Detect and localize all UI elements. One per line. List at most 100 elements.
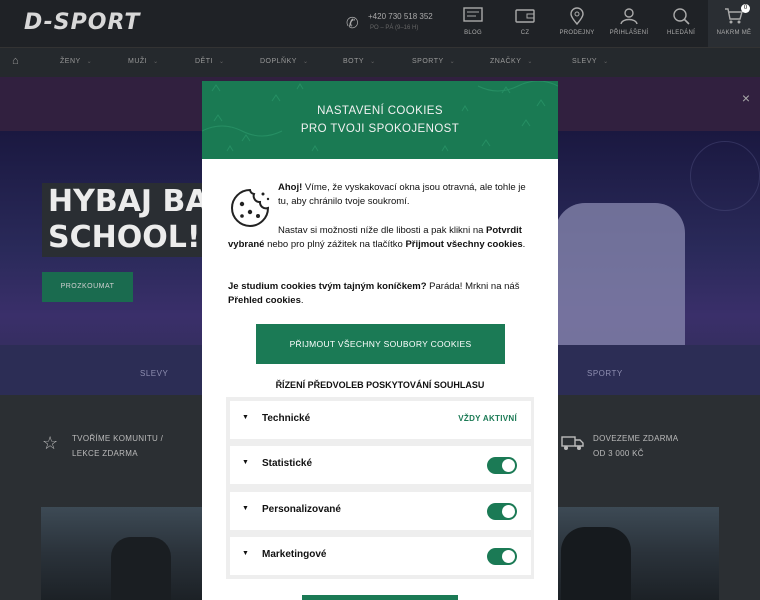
chevron-down-icon: ⌄ (370, 59, 376, 65)
truck-icon (561, 435, 585, 456)
hero-title-line2: SCHOOL! (42, 219, 207, 257)
feature-community-line2: LEKCE ZDARMA (72, 449, 138, 458)
cart-count-badge: 0 (741, 4, 750, 13)
statistics-toggle[interactable] (487, 457, 517, 474)
wallet-icon (515, 7, 535, 25)
cookie-instr-accept: Přijmout všechny cookies (405, 239, 523, 250)
pref-label: Marketingové (262, 549, 327, 560)
chevron-down-icon: ⌄ (302, 59, 309, 65)
site-header: D-SPORT ✆ +420 730 518 352 PO – PÁ (9–16… (0, 0, 760, 47)
cookie-modal-title: NASTAVENÍ COOKIES PRO TVOJI SPOKOJENOST (202, 102, 558, 138)
cookie-modal-header: NASTAVENÍ COOKIES PRO TVOJI SPOKOJENOST (202, 81, 558, 159)
nav-item-doplnky[interactable]: DOPLŇKY ⌄ (260, 58, 309, 65)
consent-preferences-list: ▼ Technické VŽDY AKTIVNÍ ▼ Statistické ▼… (226, 397, 534, 579)
nav-label: DOPLŇKY (260, 58, 297, 65)
hero-link-sporty[interactable]: SPORTY (587, 369, 623, 378)
pref-row-marketing[interactable]: ▼ Marketingové (230, 537, 531, 575)
location-pin-icon (567, 7, 587, 26)
user-icon (619, 7, 639, 25)
close-icon[interactable]: × (742, 90, 750, 106)
pref-label: Statistické (262, 458, 313, 469)
chevron-down-icon: ⌄ (153, 59, 159, 65)
nav-label: ŽENY (60, 58, 81, 65)
hero-link-slevy[interactable]: SLEVY (140, 369, 168, 378)
header-login-label: PŘIHLÁŠENÍ (609, 30, 649, 36)
marketing-toggle[interactable] (487, 548, 517, 565)
feature-community-line1: TVOŘÍME KOMUNITU / (72, 434, 164, 443)
nav-label: SPORTY (412, 58, 444, 65)
chevron-down-icon: ⌄ (218, 59, 225, 65)
header-login-link[interactable]: PŘIHLÁŠENÍ (605, 0, 653, 47)
hero-explore-button[interactable]: PROZKOUMAT (42, 272, 133, 302)
nav-item-slevy[interactable]: SLEVY ⌄ (572, 58, 609, 65)
nav-label: DĚTI (195, 58, 213, 65)
nav-item-boty[interactable]: BOTY ⌄ (343, 58, 376, 65)
cookie-modal-title-line1: NASTAVENÍ COOKIES (317, 105, 443, 117)
accept-all-cookies-button[interactable]: PŘIJMOUT VŠECHNY SOUBORY COOKIES (256, 324, 505, 364)
chevron-down-icon: ▼ (242, 550, 249, 557)
chevron-down-icon: ⌄ (449, 59, 456, 65)
consent-preferences-title: ŘÍZENÍ PŘEDVOLEB POSKYTOVÁNÍ SOUHLASU (275, 380, 485, 390)
chevron-down-icon: ⌄ (86, 59, 93, 65)
toggle-knob (502, 505, 515, 518)
pref-label: Personalizované (262, 504, 341, 515)
main-nav: ⌂ ŽENY ⌄ MUŽI ⌄ DĚTI ⌄ DOPLŇKY ⌄ BOTY ⌄ SPORT… (0, 47, 760, 77)
phone-icon: ✆ (346, 15, 359, 32)
header-cart-label: NAKRM MĚ (716, 30, 752, 36)
header-currency-link[interactable]: CZ (501, 0, 549, 47)
pref-label: Technické (262, 413, 311, 424)
header-blog-label: BLOG (464, 30, 482, 36)
nav-item-deti[interactable]: DĚTI ⌄ (195, 58, 224, 65)
nav-item-znacky[interactable]: ZNAČKY ⌄ (490, 58, 533, 65)
chevron-down-icon: ▼ (242, 459, 249, 466)
search-icon (671, 7, 691, 25)
nav-item-sporty[interactable]: SPORTY ⌄ (412, 58, 455, 65)
pref-row-statistics[interactable]: ▼ Statistické (230, 446, 531, 484)
cookie-study-d: . (300, 295, 304, 306)
cookie-intro-text: Ahoj! Víme, že vyskakovací okna jsou otr… (278, 181, 534, 209)
nav-item-zeny[interactable]: ŽENY ⌄ (60, 58, 92, 65)
nav-label: ZNAČKY (490, 58, 522, 65)
cookie-study-b: Paráda! Mrkni na náš (426, 281, 520, 292)
cookie-modal-title-line2: PRO TVOJI SPOKOJENOST (300, 123, 460, 135)
cookie-modal: NASTAVENÍ COOKIES PRO TVOJI SPOKOJENOST … (202, 81, 558, 600)
header-blog-link[interactable]: BLOG (449, 0, 497, 47)
chevron-down-icon: ▼ (242, 505, 249, 512)
nav-item-muzi[interactable]: MUŽI ⌄ (128, 58, 159, 65)
cookie-intro-bold: Ahoj! (278, 182, 303, 193)
header-stores-link[interactable]: PRODEJNY (553, 0, 601, 47)
toggle-knob (502, 550, 515, 563)
home-icon[interactable]: ⌂ (12, 55, 19, 67)
blog-icon (463, 7, 483, 25)
feature-community: TVOŘÍME KOMUNITU / LEKCE ZDARMA (72, 431, 163, 461)
nav-label: MUŽI (128, 58, 148, 65)
cookie-overview-link[interactable]: Přehled cookies (228, 295, 301, 306)
feature-shipping-line1: DOVEZEME ZDARMA (593, 434, 679, 443)
cookie-intro-rest: Víme, že vyskakovací okna jsou otravná, … (278, 182, 526, 207)
header-currency-label: CZ (520, 30, 530, 36)
header-search-link[interactable]: HLEDÁNÍ (657, 0, 705, 47)
header-search-label: HLEDÁNÍ (666, 30, 696, 36)
hero-doodle (690, 141, 760, 211)
chevron-down-icon: ⌄ (603, 59, 609, 65)
nav-label: SLEVY (572, 58, 598, 65)
header-cart-button[interactable]: 0 NAKRM MĚ (708, 0, 760, 47)
cookie-instr-e: . (522, 239, 526, 250)
pref-row-personalized[interactable]: ▼ Personalizované (230, 492, 531, 530)
cookie-study-text: Je studium cookies tvým tajným koníčkem?… (228, 280, 528, 308)
logo[interactable]: D-SPORT (24, 10, 140, 35)
confirm-selected-button[interactable] (302, 595, 458, 600)
chevron-down-icon: ⌄ (527, 59, 533, 65)
nav-label: BOTY (343, 58, 365, 65)
cookie-study-bold: Je studium cookies tvým tajným koníčkem? (228, 281, 427, 292)
phone-number[interactable]: +420 730 518 352 (368, 12, 433, 21)
star-icon: ☆ (42, 433, 59, 453)
cookie-instr-a: Nastav si možnosti níže dle libosti a pa… (278, 225, 487, 236)
chevron-down-icon: ▼ (242, 414, 249, 421)
cookie-instr-c: nebo pro plný zážitek na tlačítko (264, 239, 406, 250)
cookie-instructions-text: Nastav si možnosti níže dle libosti a pa… (228, 224, 534, 252)
feature-shipping: DOVEZEME ZDARMA OD 3 000 KČ (593, 431, 678, 461)
personalized-toggle[interactable] (487, 503, 517, 520)
feature-shipping-line2: OD 3 000 KČ (593, 449, 644, 458)
pref-row-technical[interactable]: ▼ Technické VŽDY AKTIVNÍ (230, 401, 531, 439)
